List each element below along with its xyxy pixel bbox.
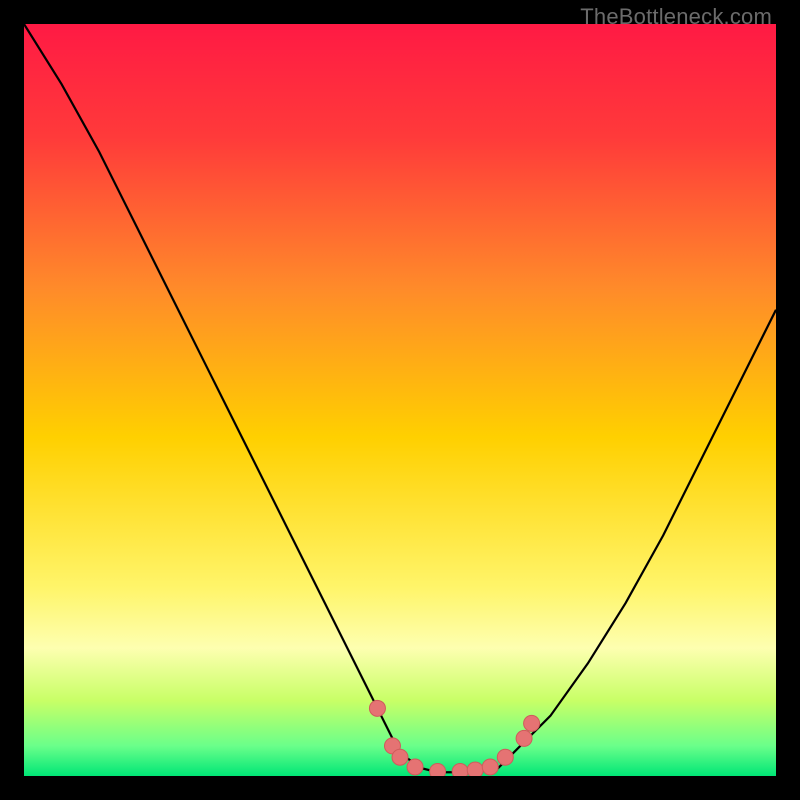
curve-marker <box>407 759 423 775</box>
curve-marker <box>467 762 483 776</box>
curve-marker <box>482 759 498 775</box>
curve-marker <box>369 700 385 716</box>
bottleneck-chart <box>24 24 776 776</box>
curve-marker <box>452 763 468 776</box>
curve-marker <box>524 715 540 731</box>
curve-marker <box>516 730 532 746</box>
curve-marker <box>392 749 408 765</box>
curve-marker <box>430 763 446 776</box>
curve-marker <box>497 749 513 765</box>
gradient-backdrop <box>24 24 776 776</box>
chart-frame <box>24 24 776 776</box>
